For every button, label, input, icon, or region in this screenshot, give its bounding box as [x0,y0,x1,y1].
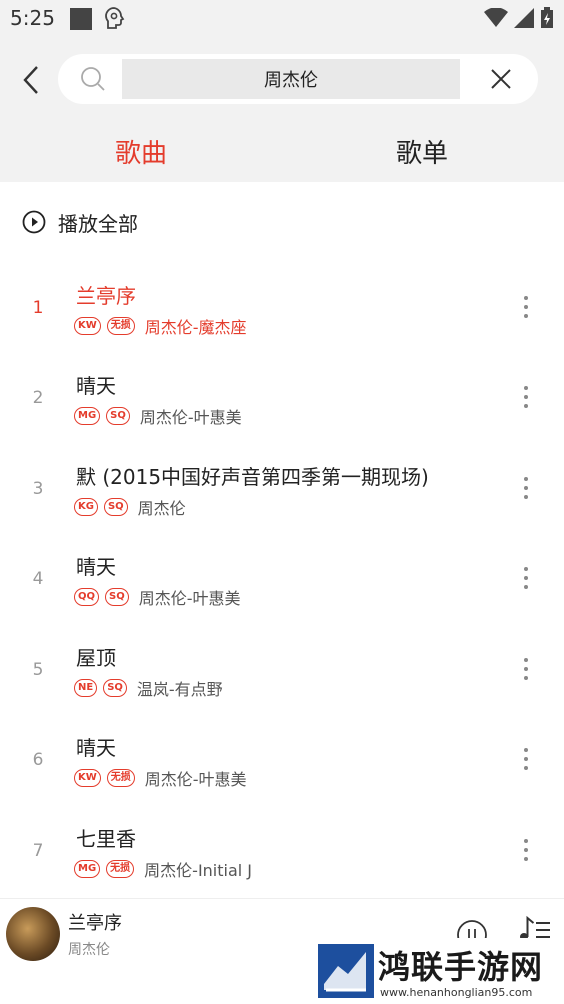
result-tabs: 歌曲 歌单 [0,124,564,182]
song-artist: 周杰伦-Initial J [144,861,253,880]
more-options-button[interactable] [516,835,536,865]
status-indicators [484,7,554,29]
song-index: 4 [32,569,44,589]
player-song-title: 兰亭序 [68,913,122,934]
search-icon [80,66,106,96]
more-options-button[interactable] [516,654,536,684]
more-icon [524,839,528,843]
song-index: 5 [32,660,44,680]
close-icon [491,69,511,89]
watermark-url: www.henanhonglian95.com [380,986,533,999]
source-badge: NE [74,679,98,697]
song-row[interactable]: 2 晴天 MG SQ 周杰伦-叶惠美 [0,352,564,442]
tab-songs[interactable]: 歌曲 [71,134,211,174]
song-row[interactable]: 6 晴天 KW 无损 周杰伦-叶惠美 [0,714,564,804]
source-badge: KW [74,769,101,787]
play-circle-icon [22,210,46,234]
song-meta: NE SQ 温岚-有点野 [74,676,223,700]
more-options-button[interactable] [516,563,536,593]
song-title: 晴天 [76,555,116,579]
notification-square-icon [70,8,92,30]
search-bar [58,54,538,104]
quality-badge: SQ [106,407,130,425]
quality-badge: SQ [103,679,127,697]
song-meta: QQ SQ 周杰伦-叶惠美 [74,585,241,609]
album-cover[interactable] [6,907,60,961]
song-title: 默 (2015中国好声音第四季第一期现场) [76,465,429,489]
watermark: 鸿联手游网 www.henanhonglian95.com [316,938,564,1004]
more-icon [524,477,528,481]
quality-badge: 无损 [106,860,135,878]
play-all-label: 播放全部 [58,211,138,236]
song-title: 晴天 [76,374,116,398]
song-artist: 周杰伦-魔杰座 [144,318,247,337]
more-options-button[interactable] [516,744,536,774]
song-index: 7 [32,841,44,861]
status-time: 5:25 [10,6,55,30]
chevron-left-icon [23,66,38,94]
more-options-button[interactable] [516,292,536,322]
song-meta: KG SQ 周杰伦 [74,495,186,519]
quality-badge: SQ [103,498,128,516]
wifi-icon [484,8,508,27]
clear-search-button[interactable] [488,66,514,92]
source-badge: KW [74,317,101,335]
song-index: 2 [32,388,44,408]
source-badge: MG [74,407,101,425]
song-artist: 周杰伦-叶惠美 [138,589,241,608]
watermark-logo [318,944,374,998]
source-badge: QQ [74,588,100,606]
more-icon [524,386,528,390]
watermark-text: 鸿联手游网 [378,948,544,986]
song-index: 1 [32,298,44,318]
tab-playlists[interactable]: 歌单 [352,134,492,174]
song-artist: 周杰伦-叶惠美 [144,770,247,789]
status-bar: 5:25 [0,0,564,38]
song-index: 3 [32,479,44,499]
play-all-button[interactable]: 播放全部 [22,204,138,240]
song-index: 6 [32,750,44,770]
more-options-button[interactable] [516,382,536,412]
quality-badge: 无损 [106,317,135,335]
quality-badge: SQ [105,588,129,606]
more-icon [524,658,528,662]
back-button[interactable] [14,60,48,100]
song-meta: KW 无损 周杰伦-叶惠美 [74,766,247,790]
song-row[interactable]: 3 默 (2015中国好声音第四季第一期现场) KG SQ 周杰伦 [0,443,564,533]
song-title: 屋顶 [76,646,116,670]
song-title: 兰亭序 [76,284,136,308]
song-meta: MG 无损 周杰伦-Initial J [74,857,252,881]
song-meta: MG SQ 周杰伦-叶惠美 [74,404,242,428]
more-options-button[interactable] [516,473,536,503]
head-gear-icon [102,6,126,34]
song-artist: 周杰伦-叶惠美 [139,408,242,427]
more-icon [524,748,528,752]
battery-icon [541,7,553,28]
song-meta: KW 无损 周杰伦-魔杰座 [74,314,247,338]
quality-badge: 无损 [106,769,135,787]
song-artist: 周杰伦 [137,499,186,518]
song-artist: 温岚-有点野 [136,680,223,699]
song-row[interactable]: 5 屋顶 NE SQ 温岚-有点野 [0,624,564,714]
more-icon [524,567,528,571]
source-badge: KG [74,498,98,516]
more-icon [524,296,528,300]
song-row[interactable]: 4 晴天 QQ SQ 周杰伦-叶惠美 [0,533,564,623]
player-artist: 周杰伦 [68,942,110,958]
source-badge: MG [74,860,101,878]
song-row[interactable]: 1 兰亭序 KW 无损 周杰伦-魔杰座 [0,262,564,352]
search-input[interactable] [122,59,460,99]
search-header [0,38,564,124]
song-title: 七里香 [76,827,136,851]
song-title: 晴天 [76,736,116,760]
signal-icon [514,8,534,28]
song-row[interactable]: 7 七里香 MG 无损 周杰伦-Initial J [0,805,564,895]
